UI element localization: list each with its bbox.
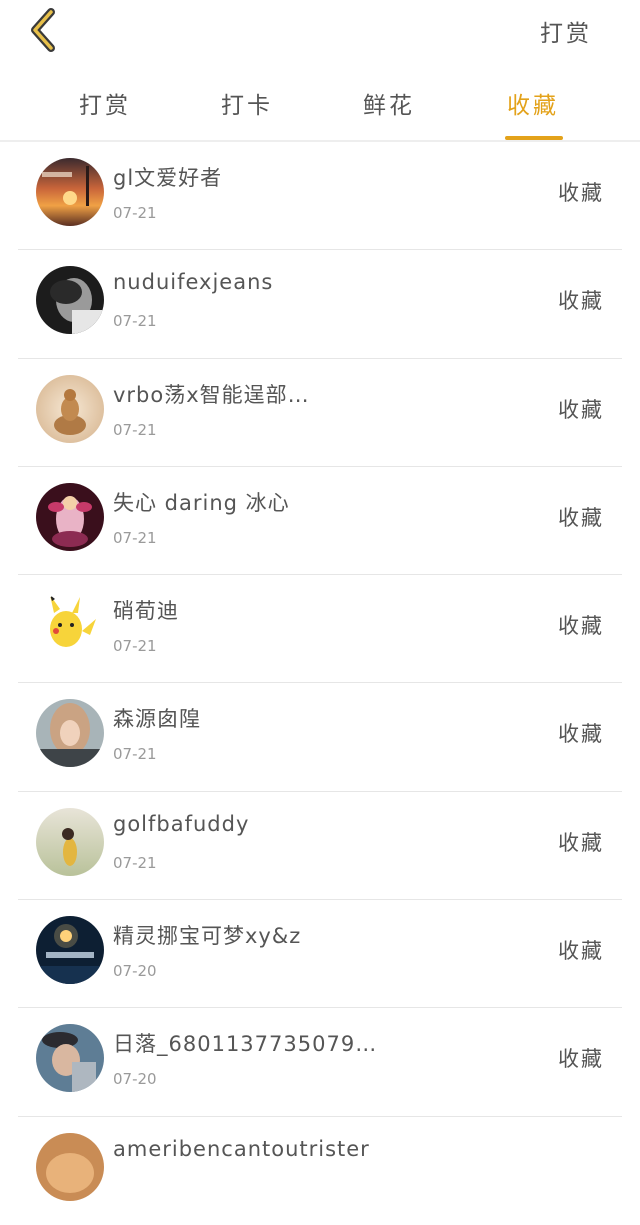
favorite-action[interactable]: 收藏 (558, 1043, 604, 1073)
user-name: 失心 daring 冰心 (113, 490, 290, 515)
favorite-action[interactable]: 收藏 (558, 285, 604, 315)
list-item[interactable]: gl文爱好者 07-21 收藏 (0, 142, 640, 251)
item-date: 07-21 (113, 420, 157, 439)
list-item[interactable]: nuduifexjeans 07-21 收藏 (0, 250, 640, 359)
favorite-action[interactable]: 收藏 (558, 394, 604, 424)
favorite-action[interactable]: 收藏 (558, 177, 604, 207)
list-item[interactable]: 精灵挪宝可梦xy&z 07-20 收藏 (0, 900, 640, 1009)
item-date: 07-21 (113, 853, 157, 872)
user-name: golfbafuddy (113, 811, 250, 836)
avatar[interactable] (36, 807, 104, 876)
tab-checkin[interactable]: 打卡 (212, 86, 282, 120)
favorites-list: gl文爱好者 07-21 收藏 nuduifexjeans 07-21 收藏 v… (0, 142, 640, 1225)
tab-favorites[interactable]: 收藏 (498, 86, 568, 140)
user-name: 日落_6801137735079… (113, 1032, 378, 1057)
list-item[interactable]: ameribencantoutrister (0, 1117, 640, 1225)
item-date: 07-20 (113, 962, 157, 981)
favorite-action[interactable]: 收藏 (558, 718, 604, 748)
tab-reward[interactable]: 打赏 (70, 86, 140, 120)
user-name: nuduifexjeans (113, 270, 274, 295)
avatar[interactable] (36, 591, 104, 660)
favorite-action[interactable]: 收藏 (558, 502, 604, 532)
user-name: vrbo荡x智能逞部… (113, 382, 310, 407)
user-name: gl文爱好者 (113, 166, 223, 190)
favorite-action[interactable]: 收藏 (558, 827, 604, 857)
avatar[interactable] (36, 266, 104, 335)
user-name: 森源囱隍 (113, 707, 201, 732)
item-date: 07-21 (113, 312, 157, 331)
avatar[interactable] (36, 482, 104, 551)
avatar[interactable] (36, 158, 104, 226)
favorite-action[interactable]: 收藏 (558, 610, 604, 640)
list-item[interactable]: 日落_6801137735079… 07-20 收藏 (0, 1008, 640, 1117)
item-date: 07-21 (113, 637, 157, 656)
top-bar: 打赏 (0, 0, 640, 64)
user-name: ameribencantoutrister (113, 1136, 370, 1161)
tab-flowers[interactable]: 鲜花 (354, 86, 424, 120)
item-date: 07-21 (113, 745, 157, 764)
list-item[interactable]: 失心 daring 冰心 07-21 收藏 (0, 467, 640, 576)
avatar[interactable] (36, 916, 104, 985)
chevron-left-icon (31, 8, 55, 52)
item-date: 07-20 (113, 1070, 157, 1089)
avatar[interactable] (36, 374, 104, 443)
list-item[interactable]: 硝荀迪 07-21 收藏 (0, 575, 640, 684)
user-name: 硝荀迪 (113, 599, 179, 624)
item-date: 07-21 (113, 528, 157, 547)
avatar[interactable] (36, 1132, 104, 1201)
avatar[interactable] (36, 1024, 104, 1093)
tab-bar: 打赏 打卡 鲜花 收藏 (0, 74, 640, 140)
user-name: 精灵挪宝可梦xy&z (113, 924, 302, 949)
favorite-action[interactable]: 收藏 (558, 935, 604, 965)
back-button[interactable] (18, 6, 66, 54)
item-date: 07-21 (113, 204, 157, 222)
list-item[interactable]: golfbafuddy 07-21 收藏 (0, 792, 640, 901)
list-item[interactable]: 森源囱隍 07-21 收藏 (0, 683, 640, 792)
reward-link[interactable]: 打赏 (540, 14, 592, 48)
tab-favorites-label: 收藏 (507, 93, 559, 119)
list-item[interactable]: vrbo荡x智能逞部… 07-21 收藏 (0, 359, 640, 467)
avatar[interactable] (36, 699, 104, 768)
